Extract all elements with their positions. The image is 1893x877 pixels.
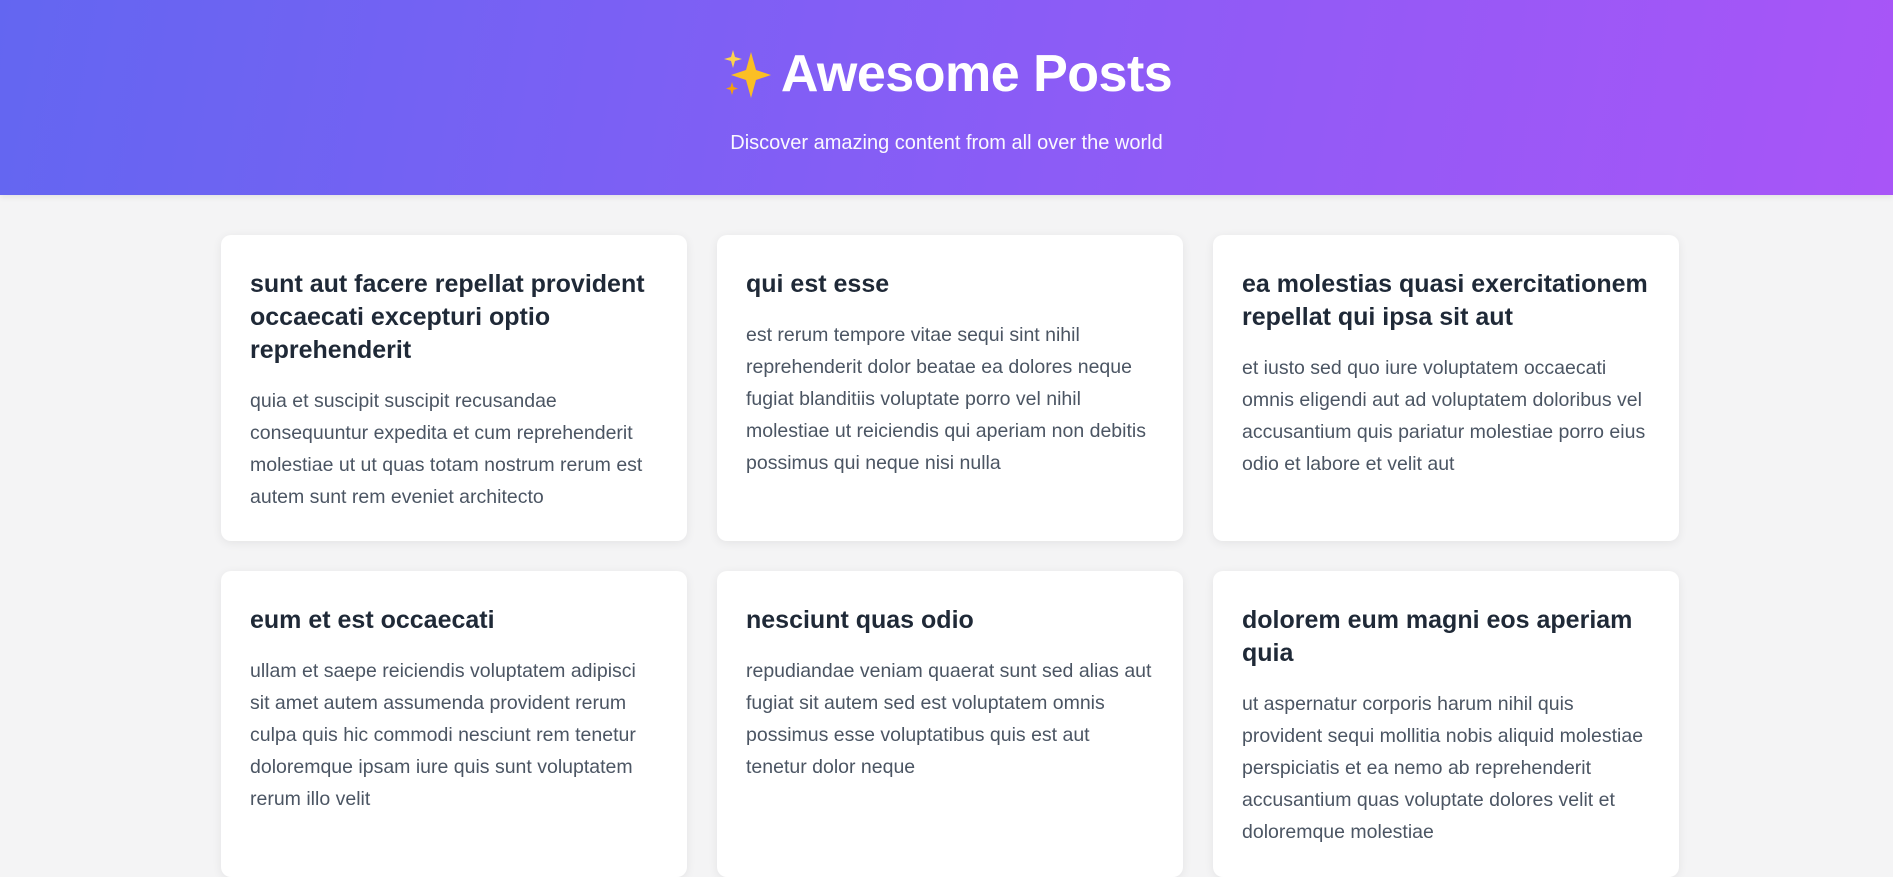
post-body: repudiandae veniam quaerat sunt sed alia… <box>746 660 1152 778</box>
sparkles-icon <box>721 48 773 100</box>
post-card[interactable]: dolorem eum magni eos aperiam quia ut as… <box>1213 571 1679 877</box>
page-title: Awesome Posts <box>780 45 1173 103</box>
post-body: quia et suscipit suscipit recusandae con… <box>250 390 643 508</box>
post-card[interactable]: ea molestias quasi exercitationem repell… <box>1213 235 1679 541</box>
post-card[interactable]: eum et est occaecati ullam et saepe reic… <box>221 571 687 877</box>
post-body: ullam et saepe reiciendis voluptatem adi… <box>250 660 636 810</box>
title-row: Awesome Posts <box>0 44 1893 104</box>
post-title: dolorem eum magni eos aperiam quia <box>1242 606 1633 667</box>
post-card[interactable]: nesciunt quas odio repudiandae veniam qu… <box>717 571 1183 877</box>
post-title: qui est esse <box>746 270 890 298</box>
post-title: sunt aut facere repellat provident occae… <box>250 270 645 364</box>
page-subtitle: Discover amazing content from all over t… <box>730 132 1163 154</box>
post-title: nesciunt quas odio <box>746 606 974 634</box>
post-title: eum et est occaecati <box>250 606 495 634</box>
post-body: et iusto sed quo iure voluptatem occaeca… <box>1242 357 1646 475</box>
posts-grid: sunt aut facere repellat provident occae… <box>221 235 1680 877</box>
post-card[interactable]: sunt aut facere repellat provident occae… <box>221 235 687 541</box>
post-body: est rerum tempore vitae sequi sint nihil… <box>746 324 1146 474</box>
page-header: Awesome Posts Discover amazing content f… <box>0 0 1893 195</box>
post-card[interactable]: qui est esse est rerum tempore vitae seq… <box>717 235 1183 541</box>
post-title: ea molestias quasi exercitationem repell… <box>1242 270 1648 331</box>
post-body: ut aspernatur corporis harum nihil quis … <box>1242 693 1644 843</box>
